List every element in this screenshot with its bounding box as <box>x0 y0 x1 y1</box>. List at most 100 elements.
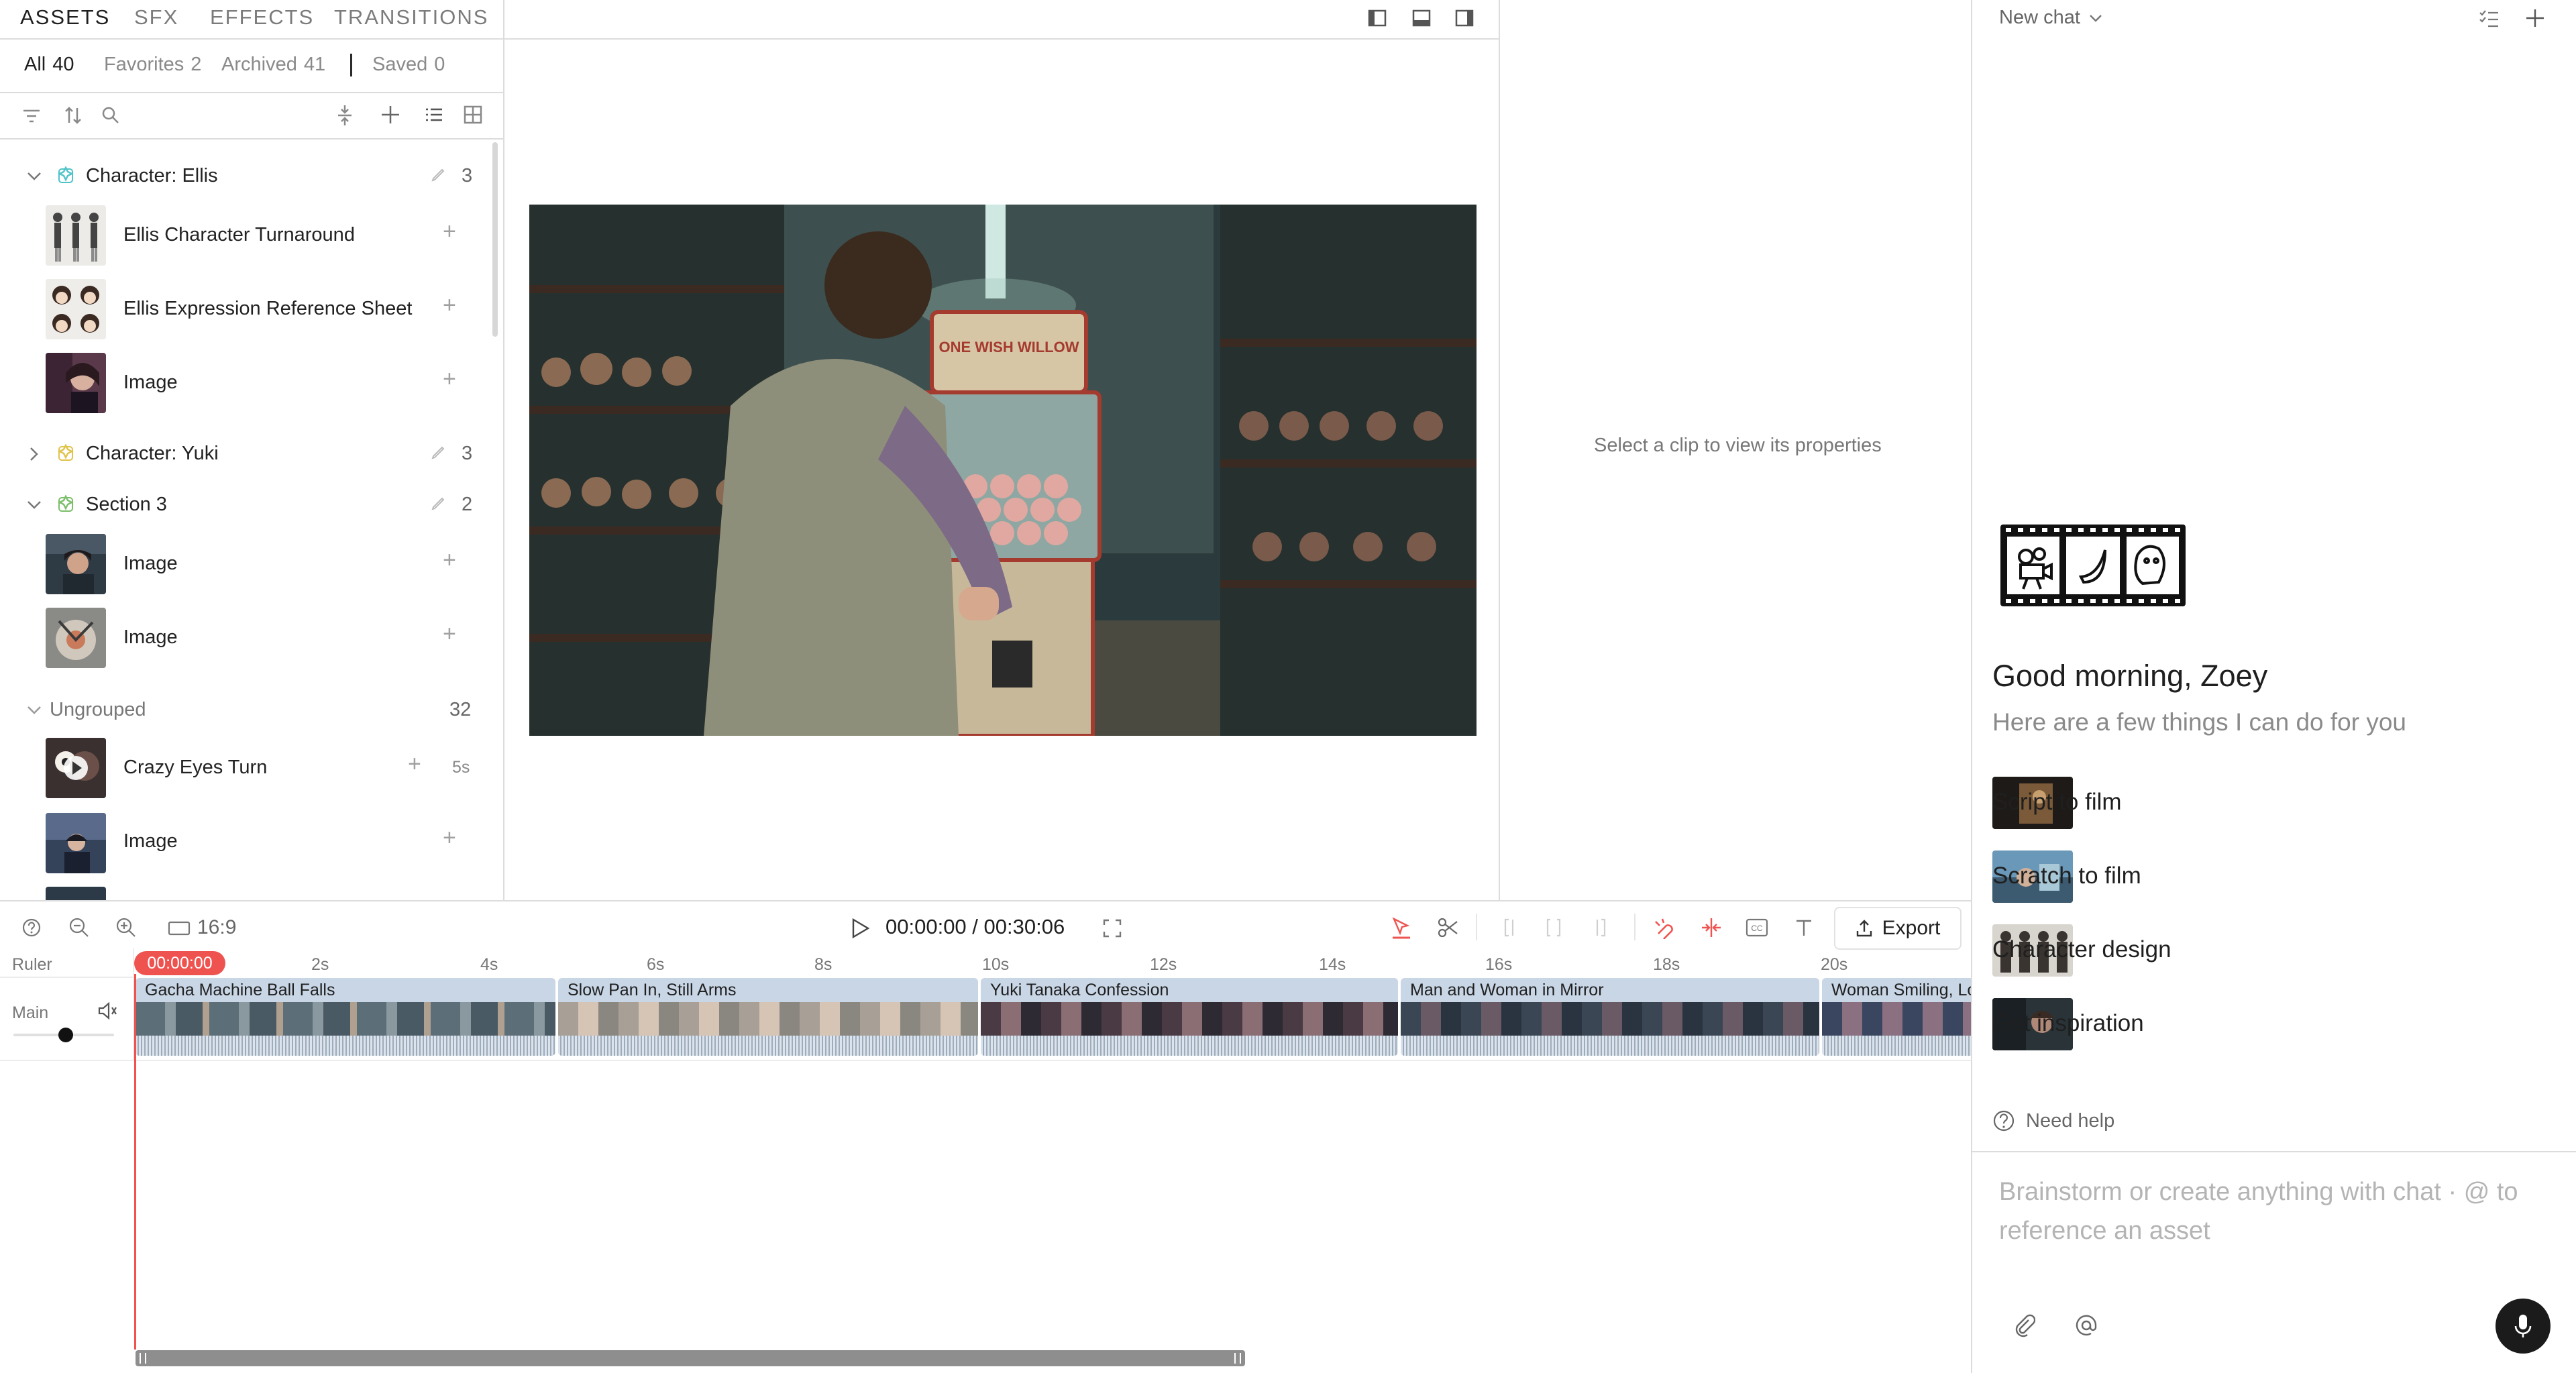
add-to-timeline-button[interactable]: + <box>408 751 421 777</box>
volume-slider-handle[interactable] <box>58 1028 73 1042</box>
attach-icon[interactable] <box>2011 1312 2038 1339</box>
scrollbar-right-handle[interactable] <box>1234 1353 1241 1364</box>
tab-sfx[interactable]: SFX <box>134 5 178 30</box>
clip-thumbnails <box>981 1002 1398 1036</box>
layout-left-icon[interactable] <box>1366 7 1389 30</box>
zoom-out-icon[interactable] <box>67 916 91 939</box>
asset-item-label[interactable]: Crazy Eyes Turn <box>123 757 267 779</box>
timeline-scrollbar[interactable] <box>136 1350 1245 1366</box>
add-to-timeline-button[interactable]: + <box>443 547 456 573</box>
asset-item-label[interactable]: Image <box>123 553 178 575</box>
timeline-clip[interactable]: Man and Woman in Mirror <box>1401 978 1819 1056</box>
playhead-time[interactable]: 00:00:00 <box>134 951 225 975</box>
thumbnail-image[interactable] <box>46 608 106 668</box>
group-label-yuki[interactable]: Character: Yuki <box>86 443 219 465</box>
filter-archived[interactable]: Archived 41 <box>221 54 325 76</box>
asset-item-label[interactable]: Image <box>123 626 178 649</box>
tab-assets[interactable]: ASSETS <box>20 5 110 30</box>
timeline-clip[interactable]: Slow Pan In, Still Arms <box>558 978 978 1056</box>
edit-icon[interactable] <box>428 443 448 463</box>
grid-view-icon[interactable] <box>462 103 484 126</box>
timeline-clip[interactable]: Gacha Machine Ball Falls <box>136 978 555 1056</box>
aspect-ratio-label[interactable]: 16:9 <box>197 916 236 939</box>
add-to-timeline-button[interactable]: + <box>443 292 456 319</box>
export-button[interactable]: Export <box>1834 907 1962 950</box>
aspect-ratio-icon[interactable] <box>166 919 192 938</box>
clip-thumbnails <box>136 1002 555 1036</box>
thumbnail-video[interactable] <box>46 738 106 798</box>
chevron-down-icon[interactable] <box>24 495 44 515</box>
ruler-tick: 4s <box>480 955 498 974</box>
thumbnail-ellis-expressions[interactable] <box>46 279 106 339</box>
asset-item-label[interactable]: Image <box>123 830 178 853</box>
chat-input[interactable]: Brainstorm or create anything with chat … <box>1999 1172 2536 1250</box>
search-icon[interactable] <box>99 103 122 127</box>
play-icon[interactable] <box>848 916 872 940</box>
filter-icon[interactable] <box>20 105 43 127</box>
list-view-icon[interactable] <box>423 103 445 126</box>
split-icon[interactable] <box>1543 916 1564 939</box>
microphone-button[interactable] <box>2496 1299 2551 1354</box>
suggestion-character-design[interactable]: Character design <box>1992 936 2171 963</box>
clip-title: Yuki Tanaka Confession <box>990 981 1169 999</box>
volume-icon[interactable] <box>95 999 119 1022</box>
suggestion-get-inspiration[interactable]: Get inspiration <box>1992 1010 2144 1037</box>
captions-icon[interactable]: CC <box>1744 916 1770 939</box>
group-label-ungrouped[interactable]: Ungrouped <box>50 699 146 721</box>
new-chat-plus-icon[interactable] <box>2522 5 2548 31</box>
asset-list-scrollbar[interactable] <box>492 142 498 337</box>
edit-icon[interactable] <box>428 165 448 185</box>
add-to-timeline-button[interactable]: + <box>443 366 456 392</box>
thumbnail-image[interactable] <box>46 813 106 873</box>
magnet-icon[interactable] <box>1652 915 1677 940</box>
layout-bottom-icon[interactable] <box>1410 7 1433 30</box>
trim-end-icon[interactable] <box>1589 916 1610 939</box>
layout-right-icon[interactable] <box>1453 7 1476 30</box>
timecode: 00:00:00 / 00:30:06 <box>885 915 1065 938</box>
asset-item-label[interactable]: Ellis Character Turnaround <box>123 224 355 246</box>
filter-all[interactable]: All 40 <box>24 54 74 76</box>
asset-item-label[interactable]: Image <box>123 372 178 394</box>
thumbnail-image[interactable] <box>46 534 106 594</box>
new-chat-dropdown[interactable]: New chat <box>1999 7 2103 29</box>
add-to-timeline-button[interactable]: + <box>443 219 456 245</box>
sort-icon[interactable] <box>62 103 85 127</box>
chevron-down-icon[interactable] <box>24 166 44 186</box>
need-help-link[interactable]: Need help <box>1992 1109 2114 1132</box>
zoom-in-icon[interactable] <box>114 916 138 939</box>
suggestion-scratch-to-film[interactable]: Scratch to film <box>1992 863 2141 889</box>
add-asset-icon[interactable] <box>378 102 402 127</box>
chevron-down-icon[interactable] <box>24 700 44 720</box>
filter-saved[interactable]: Saved 0 <box>372 54 445 76</box>
chevron-right-icon[interactable] <box>24 444 44 464</box>
select-tool-icon[interactable] <box>1389 915 1414 940</box>
thumbnail-ellis-turnaround[interactable] <box>46 205 106 266</box>
text-tool-icon[interactable] <box>1792 916 1815 939</box>
tab-effects[interactable]: EFFECTS <box>210 5 314 30</box>
add-to-timeline-button[interactable]: + <box>443 825 456 851</box>
group-label-ellis[interactable]: Character: Ellis <box>86 165 218 187</box>
mention-icon[interactable] <box>2073 1312 2100 1339</box>
trim-start-icon[interactable] <box>1500 916 1521 939</box>
scissors-icon[interactable] <box>1436 915 1461 940</box>
scrollbar-left-handle[interactable] <box>140 1353 146 1364</box>
fullscreen-icon[interactable] <box>1100 916 1124 940</box>
asset-item-label[interactable]: Ellis Expression Reference Sheet <box>123 298 412 320</box>
thumbnail-partial[interactable] <box>46 887 106 900</box>
add-to-timeline-button[interactable]: + <box>443 621 456 647</box>
tab-transitions[interactable]: TRANSITIONS <box>334 5 488 30</box>
timeline-clip[interactable]: Yuki Tanaka Confession <box>981 978 1398 1056</box>
playhead-line[interactable] <box>134 974 136 1350</box>
help-icon[interactable] <box>20 916 43 939</box>
group-label-section3[interactable]: Section 3 <box>86 494 167 516</box>
filter-favorites[interactable]: Favorites 2 <box>104 54 201 76</box>
suggestion-script-to-film[interactable]: Script to film <box>1992 789 2122 816</box>
video-preview[interactable]: ONE WISH WILLOW <box>529 205 1477 736</box>
clip-waveform <box>136 1036 555 1056</box>
thumbnail-image[interactable] <box>46 353 106 413</box>
timeline-clip[interactable]: Woman Smiling, Lo <box>1822 978 1972 1056</box>
snap-icon[interactable] <box>1699 915 1724 940</box>
edit-icon[interactable] <box>428 494 448 514</box>
task-list-icon[interactable] <box>2477 7 2501 31</box>
collapse-all-icon[interactable] <box>333 102 356 129</box>
